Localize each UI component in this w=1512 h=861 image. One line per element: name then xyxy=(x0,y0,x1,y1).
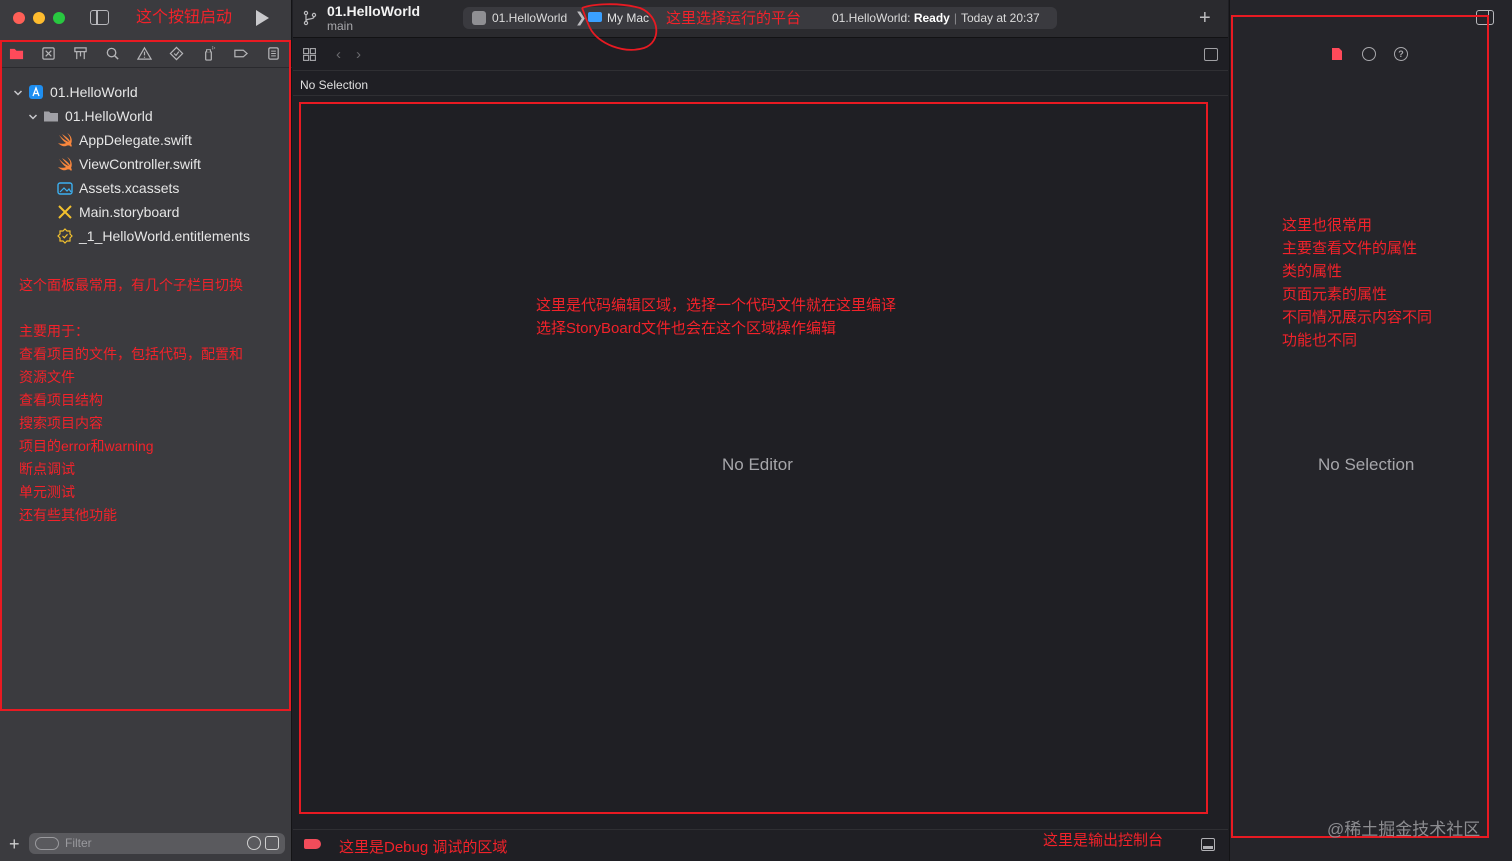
annotation-line: 搜索项目内容 xyxy=(19,415,103,431)
annotation-line: 这里也很常用 xyxy=(1282,217,1373,234)
back-button[interactable]: ‹ xyxy=(336,46,341,63)
annotation-line: 主要查看文件的属性 xyxy=(1282,240,1418,257)
jump-bar xyxy=(293,72,1228,96)
close-window-button[interactable] xyxy=(13,12,25,24)
annotation-line: 查看项目的文件，包括代码，配置和 xyxy=(19,346,243,362)
annotation-box-inspector xyxy=(1231,15,1489,838)
status-time: Today at 20:37 xyxy=(960,11,1040,25)
status-state: Ready xyxy=(913,11,950,25)
filter-input[interactable]: Filter xyxy=(29,833,285,854)
annotation-line: 这个面板最常用，有几个子栏目切换 xyxy=(19,277,243,293)
annotation-line: 这里是代码编辑区域，选择一个代码文件就在这里编译 xyxy=(536,297,897,314)
annotation-editor-notes: 这里是代码编辑区域，选择一个代码文件就在这里编译 选择StoryBoard文件也会… xyxy=(536,294,896,340)
add-editor-split-icon[interactable] xyxy=(1204,48,1218,61)
editor-tab-bar xyxy=(293,39,1228,71)
annotation-navigator-notes: 这个面板最常用，有几个子栏目切换 主要用于： 查看项目的文件，包括代码，配置和 资源文… xyxy=(19,274,243,527)
annotation-line: 功能也不同 xyxy=(1282,332,1358,349)
annotation-inspector-notes: 这里也很常用主要查看文件的属性 类的属性页面元素的属性不同情况展示内容不同 功能也不… xyxy=(1282,214,1432,352)
annotation-line: 类的属性 xyxy=(1282,263,1343,280)
annotation-line: 主要用于： xyxy=(19,323,89,339)
filter-placeholder: Filter xyxy=(65,836,92,850)
status-project: 01.HelloWorld: xyxy=(832,11,911,25)
project-title[interactable]: 01.HelloWorld xyxy=(327,3,420,19)
jump-bar-selection[interactable]: No Selection xyxy=(300,78,368,92)
status-separator: | xyxy=(953,11,957,25)
annotation-line: 选择StoryBoard文件也会在这个区域操作编辑 xyxy=(536,320,837,337)
filter-scope-icon[interactable] xyxy=(265,836,279,850)
scheme-selector[interactable]: 01.HelloWorld xyxy=(492,11,567,25)
forward-button[interactable]: › xyxy=(356,46,361,63)
annotation-line: 项目的error和warning xyxy=(19,438,154,454)
console-toggle-icon[interactable] xyxy=(1201,838,1215,851)
zoom-window-button[interactable] xyxy=(53,12,65,24)
annotation-console-note: 这里是输出控制台 xyxy=(1043,832,1164,849)
minimize-window-button[interactable] xyxy=(33,12,45,24)
xcode-window: 01.HelloWorld 01.HelloWorld AppDelegate.sw… xyxy=(0,0,1512,861)
annotation-line: 资源文件 xyxy=(19,369,75,385)
play-icon xyxy=(256,10,269,26)
annotation-line xyxy=(19,297,243,320)
activity-status: 01.HelloWorld: Ready | Today at 20:37 xyxy=(832,11,1040,25)
sidebar-toggle-icon[interactable] xyxy=(90,10,109,25)
annotation-line: 不同情况展示内容不同 xyxy=(1282,309,1433,326)
annotation-line: 断点调试 xyxy=(19,461,75,477)
recent-files-icon[interactable] xyxy=(247,836,261,850)
watermark: @稀土掘金技术社区 xyxy=(1327,820,1481,839)
breakpoints-toggle-icon[interactable] xyxy=(304,839,321,849)
annotation-line: 单元测试 xyxy=(19,484,75,500)
filter-options-icon[interactable] xyxy=(35,837,59,850)
run-button[interactable] xyxy=(253,9,271,27)
annotation-platform-note: 这里选择运行的平台 xyxy=(666,10,802,27)
annotation-box-editor xyxy=(299,102,1208,814)
navigator-filter-bar: + Filter xyxy=(0,830,292,858)
related-items-icon[interactable] xyxy=(303,48,316,61)
annotation-line: 查看项目结构 xyxy=(19,392,103,408)
branch-name[interactable]: main xyxy=(327,19,353,33)
annotation-run-note: 这个按钮启动 xyxy=(136,9,233,26)
annotation-line: 页面元素的属性 xyxy=(1282,286,1388,303)
scheme-app-icon xyxy=(472,11,486,25)
annotation-debug-note: 这里是Debug 调试的区域 xyxy=(339,839,508,856)
add-library-button[interactable]: + xyxy=(1199,7,1211,30)
annotation-circle-mark xyxy=(581,3,658,51)
branch-icon[interactable] xyxy=(302,10,318,26)
add-file-button[interactable]: + xyxy=(9,835,20,853)
annotation-line: 还有些其他功能 xyxy=(19,507,117,523)
